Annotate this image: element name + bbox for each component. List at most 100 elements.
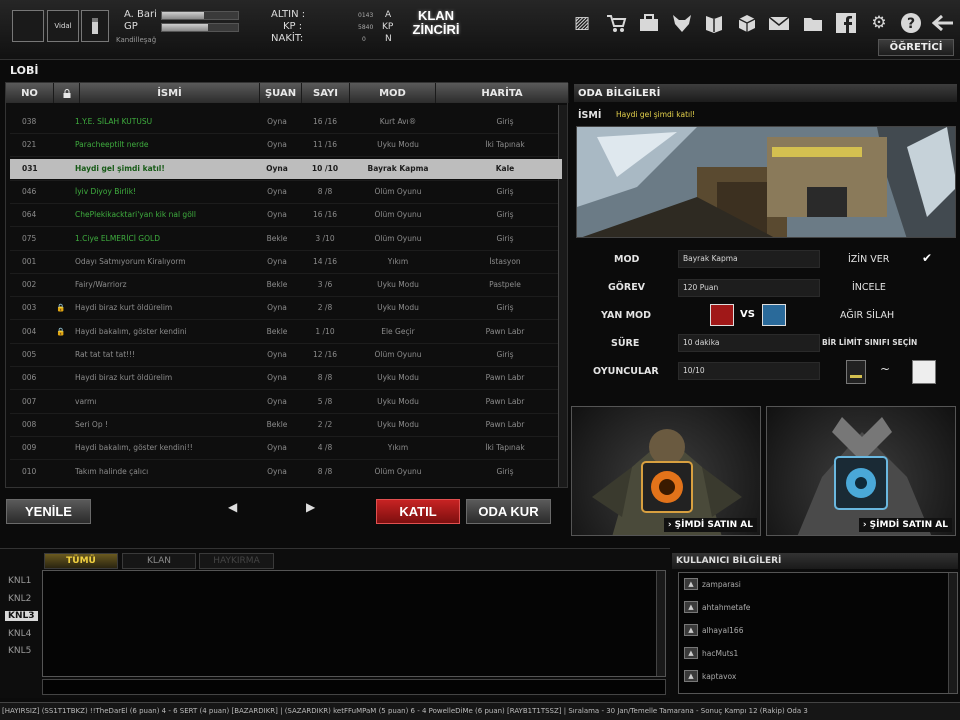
room-map: İstasyon — [489, 256, 521, 266]
room-row[interactable]: 003 🔒 Haydi biraz kurt öldürelim Oyna 2 /8 Uy… — [10, 298, 562, 318]
user-name: hacMuts1 — [702, 648, 739, 658]
square-badge[interactable]: Vidal — [47, 10, 79, 42]
image-icon[interactable]: ▨ — [570, 11, 594, 35]
wolf-icon[interactable] — [670, 11, 694, 35]
col-header-mode[interactable]: MOD — [350, 83, 436, 103]
room-row[interactable]: 001 Odayı Satmıyorum Kiralıyorm Oyna 14 /16… — [10, 252, 562, 272]
room-status: Oyna — [267, 210, 287, 220]
join-button[interactable]: KATIL — [376, 499, 460, 524]
channel-2[interactable]: KNL2 — [8, 594, 31, 604]
gp-label: GP — [124, 21, 138, 32]
klan-zinciri-button[interactable]: KLAN ZİNCİRİ — [405, 9, 467, 43]
ogretici-button[interactable]: ÖĞRETİCİ — [878, 39, 954, 56]
room-row[interactable]: 009 Haydi bakalım, göster kendini!! Oyna 4 … — [10, 438, 562, 458]
user-row[interactable]: ▲ hacMuts1 — [684, 645, 738, 661]
rank-min-icon[interactable] — [846, 360, 866, 384]
promo-card-left[interactable]: › ŞİMDİ SATIN AL — [571, 406, 761, 536]
create-room-button[interactable]: ODA KUR — [466, 499, 551, 524]
room-row[interactable]: 002 Fairy/Warriorz Bekle 3 /6 Uyku Modu Pastp… — [10, 275, 562, 295]
users-scrollbar[interactable] — [948, 573, 957, 693]
room-mode: Ölüm Oyunu — [374, 466, 422, 476]
room-mode: Uyku Modu — [377, 419, 419, 429]
user-row[interactable]: ▲ alhayal166 — [684, 622, 743, 638]
col-header-status[interactable]: ŞUAN — [260, 83, 302, 103]
room-status: Oyna — [266, 163, 288, 173]
room-row[interactable]: 046 İyiv Diyoy Birlik! Oyna 8 /8 Ölüm Oyunu G… — [10, 182, 562, 202]
help-icon[interactable]: ? — [899, 11, 923, 35]
room-row[interactable]: 010 Takım halinde çalıcı Oyna 8 /8 Ölüm Oyun… — [10, 462, 562, 482]
room-map: Giriş — [496, 350, 514, 359]
prev-page-arrow-icon[interactable]: ◀ — [228, 500, 237, 514]
room-row[interactable]: 038 1.Y.E. SİLAH KUTUSU Oyna 16 /16 Kurt Avı… — [10, 112, 562, 132]
row-divider — [10, 296, 558, 298]
facebook-icon[interactable] — [834, 11, 858, 35]
promo-card-right[interactable]: › ŞİMDİ SATIN AL — [766, 406, 956, 536]
channel-5[interactable]: KNL5 — [8, 646, 31, 656]
user-row[interactable]: ▲ kaptavox — [684, 668, 736, 684]
agir-silah-label: AĞIR SİLAH — [840, 310, 895, 321]
cart-icon[interactable] — [604, 11, 628, 35]
room-row[interactable]: 005 Rat tat tat tat!!! Oyna 12 /16 Ölüm Oyun… — [10, 345, 562, 365]
room-status: Oyna — [267, 396, 287, 406]
bag-icon[interactable] — [637, 11, 661, 35]
room-row[interactable]: 031 Haydi gel şimdi katıl! Oyna 10 /10 Bayra… — [10, 158, 562, 179]
tab-tumu[interactable]: TÜMÜ — [44, 553, 118, 569]
col-header-map[interactable]: HARİTA — [436, 83, 569, 103]
kp-label: KP : — [283, 21, 303, 32]
player-sub-label: Kandilleşağ — [116, 36, 157, 44]
room-lock: 🔒 — [56, 303, 66, 313]
room-row[interactable]: 075 1.Ciye ELMERİCİ GOLD Bekle 3 /10 Ölüm Oy… — [10, 229, 562, 249]
room-row[interactable]: 064 ChePlekikacktari'yan kik nal göll Oyna… — [10, 205, 562, 225]
exp-bar — [161, 11, 239, 20]
room-map: Giriş — [496, 186, 514, 196]
room-row[interactable]: 008 Seri Op ! Bekle 2 /2 Uyku Modu Pawn Labr — [10, 415, 562, 435]
tab-haykirma[interactable]: HAYKIRMA — [199, 553, 274, 569]
col-header-lock[interactable] — [54, 83, 80, 103]
chat-input[interactable] — [42, 679, 666, 695]
room-count: 14 /16 — [313, 256, 337, 266]
user-rank-icon: ▲ — [684, 647, 698, 659]
room-name: Rat tat tat tat!!! — [75, 350, 136, 359]
book-icon[interactable] — [702, 11, 726, 35]
col-header-name[interactable]: İSMİ — [80, 83, 260, 103]
user-rank-icon: ▲ — [684, 601, 698, 613]
avatar-slot[interactable] — [12, 10, 44, 42]
channel-4[interactable]: KNL4 — [8, 629, 31, 639]
box-icon[interactable] — [735, 11, 759, 35]
rank-max-icon[interactable] — [912, 360, 936, 384]
buy-now-right-button[interactable]: › ŞİMDİ SATIN AL — [858, 518, 952, 532]
room-count: 3 /6 — [317, 280, 333, 290]
room-mode: Yıkım — [387, 256, 409, 266]
incele-label[interactable]: İNCELE — [852, 282, 886, 293]
rank-limit-label: BİR LİMİT SINIFI SEÇİN — [822, 338, 918, 347]
room-row[interactable]: 004 🔒 Haydi bakalım, göster kendini Bekle 1 … — [10, 322, 562, 342]
mail-icon[interactable] — [767, 11, 791, 35]
back-arrow-icon[interactable] — [931, 11, 955, 35]
room-mode: Uyku Modu — [377, 140, 419, 150]
room-row[interactable]: 007 varmı Oyna 5 /8 Uyku Modu Pawn Labr — [10, 392, 562, 412]
col-header-count[interactable]: SAYI — [302, 83, 350, 103]
gear-icon[interactable]: ⚙ — [867, 11, 891, 35]
rank-icon — [81, 10, 109, 42]
room-mode: Uyku Modu — [377, 280, 419, 290]
buy-now-left-button[interactable]: › ŞİMDİ SATIN AL — [663, 518, 757, 532]
col-header-no[interactable]: NO — [6, 83, 54, 103]
checkmark-icon[interactable]: ✔ — [922, 251, 932, 265]
room-no: 021 — [22, 140, 37, 150]
next-page-arrow-icon[interactable]: ▶ — [306, 500, 315, 514]
refresh-button[interactable]: YENİLE — [6, 499, 91, 524]
channel-1[interactable]: KNL1 — [8, 576, 31, 586]
room-status: Bekle — [266, 419, 288, 429]
tab-klan[interactable]: KLAN — [122, 553, 196, 569]
room-row[interactable]: 021 Paracheeptilt nerde Oyna 11 /16 Uyku Mod… — [10, 135, 562, 155]
chat-scrollbar[interactable] — [656, 571, 665, 676]
mini-value-n: 0 — [362, 36, 366, 43]
folder-icon[interactable] — [801, 11, 825, 35]
channel-3[interactable]: KNL3 — [5, 611, 38, 621]
room-no: 007 — [22, 396, 37, 406]
user-row[interactable]: ▲ zamparasi — [684, 576, 741, 592]
row-divider — [10, 272, 558, 274]
room-map: Pastpele — [489, 280, 521, 290]
room-row[interactable]: 006 Haydi biraz kurt öldürelim Oyna 8 /8 Uyk… — [10, 368, 562, 388]
user-row[interactable]: ▲ ahtahmetafe — [684, 599, 750, 615]
